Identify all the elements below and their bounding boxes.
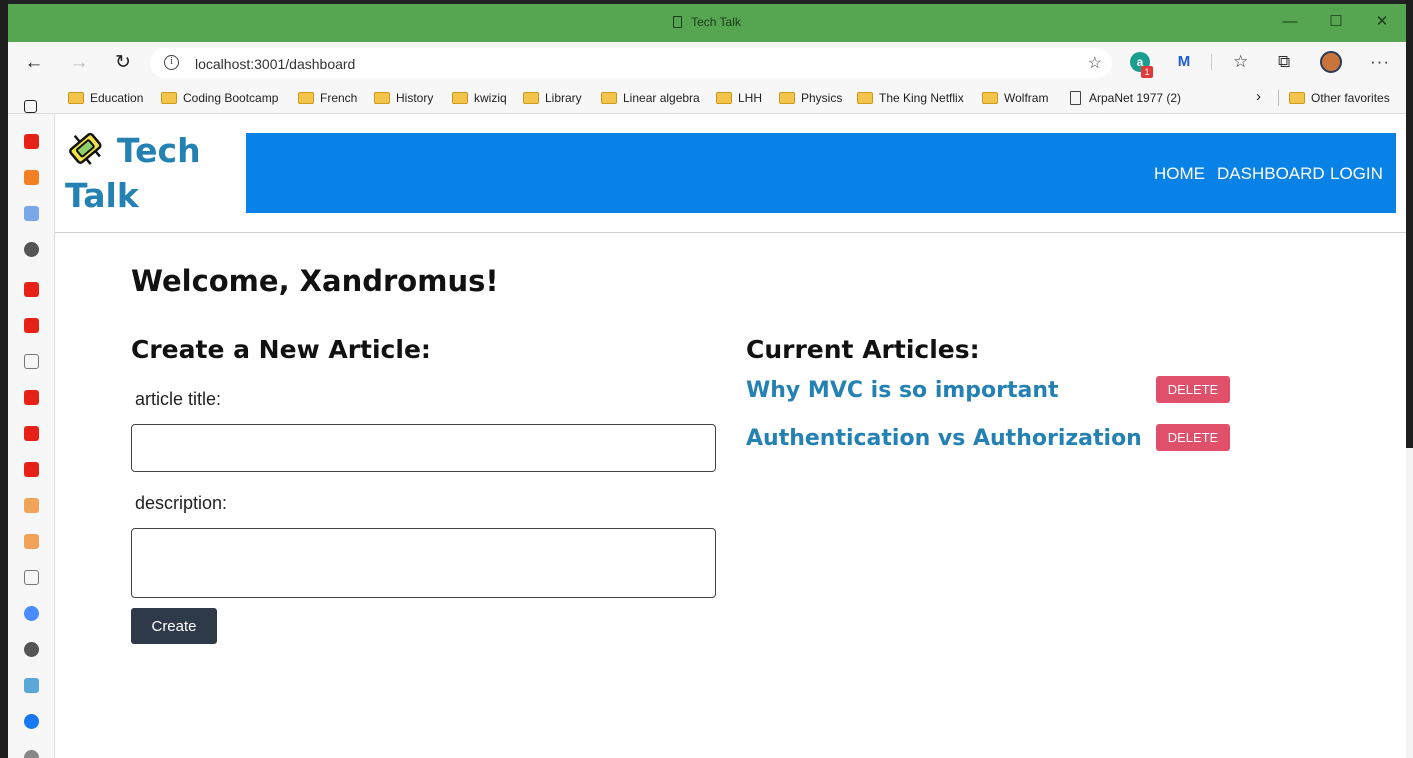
close-button[interactable]: ✕ <box>1359 8 1405 36</box>
bookmark-lhh[interactable]: LHH <box>716 91 762 105</box>
current-articles-heading: Current Articles: <box>746 335 980 364</box>
page-icon <box>673 16 683 28</box>
header-divider <box>55 232 1406 233</box>
create-article-heading: Create a New Article: <box>131 335 431 364</box>
malwarebytes-extension-icon[interactable]: M <box>1174 52 1194 72</box>
maximize-button[interactable]: ☐ <box>1313 8 1359 36</box>
code-tab-icon[interactable] <box>24 206 39 221</box>
bookmarks-separator <box>1278 90 1279 106</box>
bookmark-education[interactable]: Education <box>68 91 143 105</box>
nav-home-link[interactable]: HOME <box>1154 164 1205 184</box>
site-info-icon[interactable]: i <box>164 55 179 70</box>
delete-article-button[interactable]: DELETE <box>1156 376 1230 403</box>
bookmark-the-king-netflix[interactable]: The King Netflix <box>857 91 964 105</box>
tech-talk-logo-icon <box>69 132 102 165</box>
zoom-tab-icon[interactable] <box>24 606 39 621</box>
create-button[interactable]: Create <box>131 608 217 644</box>
folder-icon <box>68 92 84 104</box>
folder-icon <box>982 92 998 104</box>
favorites-icon[interactable]: ☆ <box>1233 52 1248 72</box>
youtube-tab-icon[interactable] <box>24 318 39 333</box>
article-title-input[interactable] <box>131 424 716 472</box>
add-favorite-icon[interactable]: ☆ <box>1088 53 1102 73</box>
desktop-right-edge <box>1406 0 1413 758</box>
bookmark-arpanet[interactable]: ArpaNet 1977 (2) <box>1070 91 1181 105</box>
desktop-left-edge <box>0 0 8 758</box>
page-icon <box>1070 91 1081 105</box>
bookmark-kwiziq[interactable]: kwiziq <box>452 91 507 105</box>
folder-icon <box>601 92 617 104</box>
extension-badge: 1 <box>1141 66 1153 78</box>
folder-icon <box>716 92 732 104</box>
nav-login-link[interactable]: LOGIN <box>1330 164 1383 184</box>
folder-icon <box>298 92 314 104</box>
github-tab-icon[interactable] <box>24 642 39 657</box>
refresh-button[interactable]: ↻ <box>110 50 136 76</box>
youtube-tab-icon[interactable] <box>24 426 39 441</box>
youtube-tab-icon[interactable] <box>24 462 39 477</box>
h-site-tab-icon[interactable] <box>24 498 39 513</box>
bookmark-library[interactable]: Library <box>523 91 582 105</box>
description-label: description: <box>135 493 228 513</box>
site-navbar: HOME DASHBOARD LOGIN <box>246 133 1396 213</box>
address-bar[interactable]: i localhost:3001/dashboard ☆ <box>150 48 1112 78</box>
tab-actions-icon[interactable] <box>24 100 37 113</box>
facebook-tab-icon[interactable] <box>24 714 39 729</box>
article-link[interactable]: Why MVC is so important <box>746 378 1059 403</box>
more-menu-icon[interactable]: ··· <box>1370 52 1390 72</box>
article-link[interactable]: Authentication vs Authorization <box>746 426 1142 451</box>
toolbar-separator <box>1211 54 1212 70</box>
youtube-tab-icon[interactable] <box>24 134 39 149</box>
bookmark-wolfram[interactable]: Wolfram <box>982 91 1048 105</box>
bookmark-other-favorites[interactable]: Other favorites <box>1289 91 1390 105</box>
window-title: Tech Talk <box>8 15 1406 29</box>
url-text[interactable]: localhost:3001/dashboard <box>195 56 355 72</box>
document-tab-icon[interactable] <box>24 570 39 585</box>
stackoverflow-tab-icon[interactable] <box>24 170 39 185</box>
youtube-tab-icon[interactable] <box>24 390 39 405</box>
bookmarks-bar: Education Coding Bootcamp French History… <box>8 82 1406 114</box>
h-site-tab-icon[interactable] <box>24 534 39 549</box>
site-tab-icon[interactable] <box>24 750 39 758</box>
title-bar: Tech Talk — ☐ ✕ <box>8 4 1406 42</box>
t-site-tab-icon[interactable] <box>24 678 39 693</box>
bookmark-coding-bootcamp[interactable]: Coding Bootcamp <box>161 91 278 105</box>
bookmark-physics[interactable]: Physics <box>779 91 842 105</box>
brand-line1[interactable]: Tech <box>117 131 201 170</box>
folder-icon <box>452 92 468 104</box>
browser-toolbar: ← → ↻ i localhost:3001/dashboard ☆ a 1 M… <box>8 42 1406 82</box>
folder-icon <box>857 92 873 104</box>
folder-icon <box>523 92 539 104</box>
bookmark-linear-algebra[interactable]: Linear algebra <box>601 91 700 105</box>
profile-avatar[interactable] <box>1320 51 1342 73</box>
browser-window: Tech Talk — ☐ ✕ ← → ↻ i localhost:3001/d… <box>8 4 1406 758</box>
bookmarks-overflow-chevron-icon[interactable]: › <box>1256 88 1261 105</box>
delete-article-button[interactable]: DELETE <box>1156 424 1230 451</box>
bookmark-french[interactable]: French <box>298 91 357 105</box>
article-title-label: article title: <box>135 389 222 409</box>
nav-dashboard-link[interactable]: DASHBOARD <box>1217 164 1325 184</box>
brand-line2[interactable]: Talk <box>65 176 139 215</box>
github-tab-icon[interactable] <box>24 242 39 257</box>
folder-icon <box>374 92 390 104</box>
vertical-tab-strip <box>8 100 55 758</box>
document-tab-icon[interactable] <box>24 354 39 369</box>
folder-icon <box>161 92 177 104</box>
site-brand[interactable]: Tech Talk <box>65 128 235 218</box>
back-button[interactable]: ← <box>21 50 47 76</box>
minimize-button[interactable]: — <box>1267 8 1313 36</box>
youtube-tab-icon[interactable] <box>24 282 39 297</box>
page-viewport: Tech Talk HOME DASHBOARD LOGIN Welcome, … <box>55 114 1406 758</box>
collections-icon[interactable]: ⧉ <box>1278 52 1290 72</box>
description-textarea[interactable] <box>131 528 716 598</box>
forward-button[interactable]: → <box>66 50 92 76</box>
welcome-heading: Welcome, Xandromus! <box>131 264 499 298</box>
folder-icon <box>779 92 795 104</box>
folder-icon <box>1289 92 1305 104</box>
bookmark-history[interactable]: History <box>374 91 433 105</box>
